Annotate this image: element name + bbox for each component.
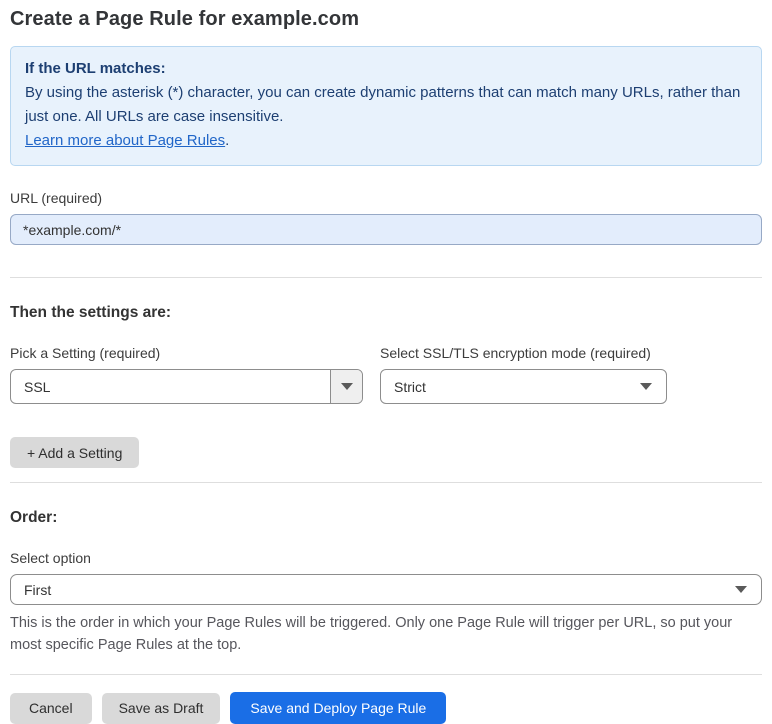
order-help-text: This is the order in which your Page Rul… [10, 615, 733, 653]
url-input[interactable] [10, 214, 762, 245]
mode-picker-arrow [640, 383, 652, 390]
order-select[interactable]: First [10, 574, 762, 605]
setting-picker-select[interactable]: SSL [10, 369, 363, 404]
info-box-body: By using the asterisk (*) character, you… [25, 84, 741, 125]
divider [10, 674, 762, 675]
order-section-heading: Order: [10, 509, 58, 526]
order-select-label: Select option [10, 550, 91, 566]
setting-picker-arrow-section[interactable] [330, 370, 362, 403]
info-box-heading: If the URL matches: [25, 60, 166, 77]
link-suffix: . [225, 132, 230, 149]
chevron-down-icon [640, 383, 652, 390]
mode-picker-column: Select SSL/TLS encryption mode (required… [380, 345, 667, 404]
order-select-value: First [24, 581, 52, 598]
divider [10, 482, 762, 483]
page-title: Create a Page Rule for example.com [10, 8, 360, 30]
add-setting-button[interactable]: + Add a Setting [10, 437, 140, 468]
form-actions: Cancel Save as Draft Save and Deploy Pag… [10, 692, 762, 724]
url-match-info-box: If the URL matches: By using the asteris… [10, 46, 762, 166]
mode-picker-select[interactable]: Strict [380, 369, 667, 404]
save-deploy-button[interactable]: Save and Deploy Page Rule [230, 692, 447, 724]
mode-picker-value: Strict [394, 378, 426, 395]
settings-section-heading: Then the settings are: [10, 304, 172, 321]
settings-row: Pick a Setting (required) SSL Select SSL… [10, 345, 762, 404]
setting-picker-label: Pick a Setting (required) [10, 345, 161, 361]
chevron-down-icon [735, 586, 747, 593]
cancel-button[interactable]: Cancel [10, 692, 92, 724]
url-field-label: URL (required) [10, 190, 103, 206]
info-box-link-line: Learn more about Page Rules. [25, 129, 747, 153]
chevron-down-icon [340, 383, 353, 390]
order-select-arrow [735, 586, 747, 593]
setting-picker-value: SSL [24, 378, 51, 395]
mode-picker-label: Select SSL/TLS encryption mode (required… [380, 345, 651, 361]
setting-picker-column: Pick a Setting (required) SSL [10, 345, 363, 404]
learn-more-link[interactable]: Learn more about Page Rules [25, 132, 225, 149]
divider [10, 277, 762, 278]
save-draft-button[interactable]: Save as Draft [101, 692, 221, 724]
